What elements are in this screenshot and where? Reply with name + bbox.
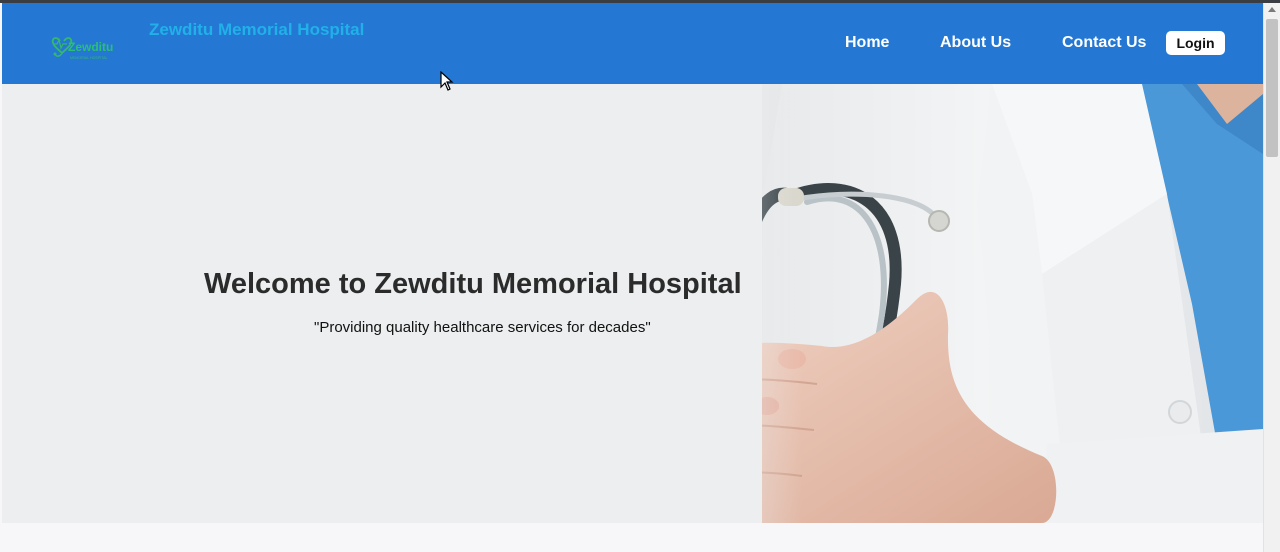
page-next-section <box>2 523 1263 552</box>
vertical-scrollbar[interactable] <box>1263 3 1280 552</box>
hero-section: Welcome to Zewditu Memorial Hospital "Pr… <box>2 84 1263 523</box>
doctor-with-stethoscope-image <box>2 84 1263 523</box>
nav-contact-link[interactable]: Contact Us <box>1062 34 1146 52</box>
mouse-pointer-icon <box>440 71 454 91</box>
hero-subtitle: "Providing quality healthcare services f… <box>314 319 651 336</box>
hospital-logo[interactable]: Zewditu MEMORIAL HOSPITAL <box>50 27 130 65</box>
logo-subtext: MEMORIAL HOSPITAL <box>70 56 108 60</box>
heart-stethoscope-icon: Zewditu MEMORIAL HOSPITAL <box>51 37 113 60</box>
nav-about-link[interactable]: About Us <box>940 34 1011 52</box>
navbar: Zewditu MEMORIAL HOSPITAL Zewditu Memori… <box>2 3 1263 84</box>
scrollbar-thumb[interactable] <box>1266 19 1278 157</box>
scroll-up-arrow-icon[interactable] <box>1268 7 1276 12</box>
logo-text: Zewditu <box>68 40 113 54</box>
hero-title: Welcome to Zewditu Memorial Hospital <box>204 268 742 300</box>
nav-home-link[interactable]: Home <box>845 34 889 52</box>
login-button[interactable]: Login <box>1166 31 1225 55</box>
brand-title[interactable]: Zewditu Memorial Hospital <box>149 20 364 40</box>
